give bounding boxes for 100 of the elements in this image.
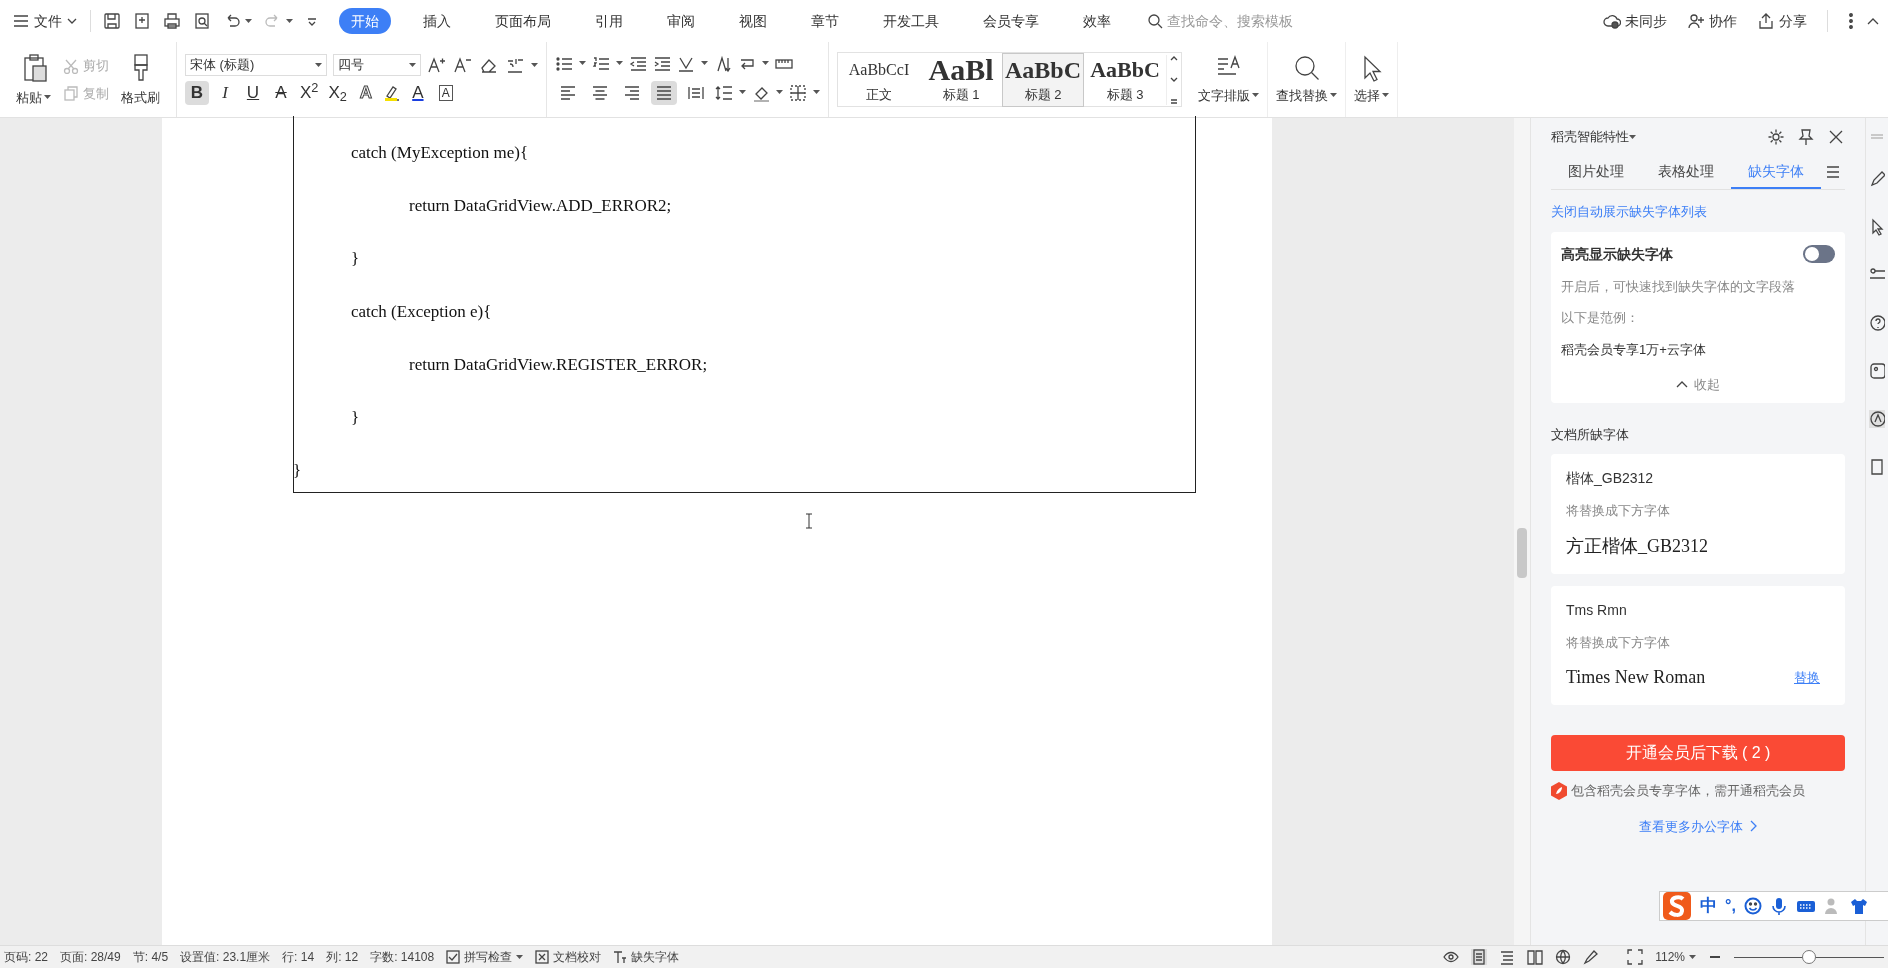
font-status-button[interactable]: 缺失字体 bbox=[613, 948, 680, 966]
ribbon-tab[interactable]: 章节 bbox=[799, 8, 851, 34]
book-view-icon[interactable] bbox=[1527, 949, 1544, 965]
input-mode-button[interactable]: 中 bbox=[1700, 893, 1717, 919]
font-size-dropdown[interactable]: 四号 bbox=[333, 54, 421, 76]
caret-icon[interactable] bbox=[44, 95, 51, 100]
zoom-slider[interactable] bbox=[1734, 950, 1884, 964]
format-button[interactable]: A bbox=[405, 81, 430, 105]
caret-icon[interactable] bbox=[315, 62, 322, 68]
ribbon-tab[interactable]: 插入 bbox=[411, 8, 463, 34]
panel-title[interactable]: 稻壳智能特性 bbox=[1551, 127, 1629, 147]
style-option[interactable]: AaBl 标题 1 bbox=[920, 52, 1002, 107]
file-menu[interactable]: 文件 bbox=[8, 6, 82, 36]
caret-icon[interactable] bbox=[813, 90, 820, 95]
cursor-icon[interactable] bbox=[1869, 218, 1885, 236]
caret-icon[interactable] bbox=[776, 90, 783, 95]
caret-icon[interactable] bbox=[739, 90, 746, 95]
caret-icon[interactable] bbox=[516, 954, 524, 960]
layout-button[interactable]: 文字排版 bbox=[1190, 42, 1267, 117]
export-icon[interactable] bbox=[133, 12, 151, 30]
pin-icon[interactable] bbox=[1797, 128, 1815, 146]
page-view-icon[interactable] bbox=[1471, 949, 1488, 965]
help-icon[interactable] bbox=[1869, 314, 1885, 332]
increase-indent-icon[interactable] bbox=[653, 54, 671, 73]
scroll-up-icon[interactable] bbox=[1170, 54, 1178, 62]
caret-icon[interactable] bbox=[1382, 93, 1389, 98]
outline-view-icon[interactable] bbox=[1499, 949, 1516, 965]
line-spacing-icon[interactable] bbox=[715, 83, 733, 102]
replace-link[interactable]: 替换 bbox=[1794, 667, 1820, 688]
share-button[interactable]: 分享 bbox=[1753, 10, 1811, 32]
caret-icon[interactable] bbox=[245, 18, 252, 24]
ribbon-tab[interactable]: 会员专享 bbox=[971, 8, 1051, 34]
caret-icon[interactable] bbox=[701, 61, 708, 66]
style-option[interactable]: AaBbCcI 正文 bbox=[838, 52, 920, 107]
caret-icon[interactable] bbox=[616, 61, 623, 66]
panel-tab[interactable]: 表格处理 bbox=[1641, 155, 1731, 189]
select-button[interactable]: 选择 bbox=[1346, 42, 1397, 117]
web-view-icon[interactable] bbox=[1555, 949, 1572, 965]
fit-icon[interactable] bbox=[1627, 949, 1644, 965]
format-button[interactable]: A bbox=[269, 81, 293, 105]
caret-icon[interactable] bbox=[762, 61, 769, 66]
format-button[interactable]: X$_{2}$ bbox=[325, 81, 350, 105]
close-icon[interactable] bbox=[1827, 128, 1845, 146]
pen-icon[interactable] bbox=[1583, 949, 1600, 965]
panel-tab[interactable]: 图片处理 bbox=[1551, 155, 1641, 189]
shrink-font-icon[interactable] bbox=[453, 56, 473, 74]
microphone-icon[interactable] bbox=[1769, 897, 1788, 915]
caret-icon[interactable] bbox=[409, 62, 416, 68]
font-name-dropdown[interactable]: 宋体 (标题) bbox=[185, 54, 327, 76]
collab-button[interactable]: 协作 bbox=[1683, 10, 1741, 32]
check-status-button[interactable]: 拼写检查 bbox=[446, 948, 524, 966]
format-button[interactable]: U bbox=[241, 81, 265, 105]
scroll-down-icon[interactable] bbox=[1170, 76, 1178, 83]
caret-icon[interactable] bbox=[1629, 134, 1636, 140]
caret-icon[interactable] bbox=[1252, 93, 1259, 98]
collapse-button[interactable]: 收起 bbox=[1676, 375, 1720, 395]
toggle-switch[interactable] bbox=[1803, 245, 1835, 263]
paste-button[interactable]: 粘贴 bbox=[8, 51, 59, 108]
tshirt-icon[interactable] bbox=[1849, 897, 1868, 915]
format-button[interactable]: A bbox=[433, 81, 458, 105]
ribbon-tab[interactable]: 效率 bbox=[1071, 8, 1123, 34]
eye-icon[interactable] bbox=[1443, 949, 1460, 965]
handle-icon[interactable] bbox=[1869, 133, 1885, 140]
decrease-indent-icon[interactable] bbox=[629, 54, 647, 73]
scrollbar[interactable] bbox=[1514, 118, 1530, 945]
caret-icon[interactable] bbox=[531, 62, 538, 68]
format-button[interactable]: B bbox=[185, 81, 209, 105]
ribbon-tab[interactable]: 引用 bbox=[583, 8, 635, 34]
settings-icon[interactable] bbox=[1767, 128, 1785, 146]
more-fonts-link[interactable]: 查看更多办公字体 bbox=[1638, 816, 1758, 836]
save-icon[interactable] bbox=[103, 12, 121, 30]
ribbon-tab[interactable]: 开发工具 bbox=[871, 8, 951, 34]
panel-tab[interactable]: 缺失字体 bbox=[1731, 155, 1821, 189]
caret-icon[interactable] bbox=[286, 18, 293, 24]
search-field[interactable]: 查找命令、搜索模板 bbox=[1147, 10, 1347, 32]
find-button[interactable]: 查找替换 bbox=[1268, 42, 1345, 117]
menu-icon[interactable] bbox=[12, 12, 30, 30]
emoji-icon[interactable] bbox=[1743, 897, 1762, 915]
close-auto-show-link[interactable]: 关闭自动展示缺失字体列表 bbox=[1551, 202, 1845, 222]
style-option[interactable]: AaBbC 标题 2 bbox=[1002, 52, 1084, 107]
proof-status-button[interactable]: 文档校对 bbox=[535, 948, 602, 966]
justify-align-button[interactable] bbox=[651, 80, 677, 105]
caret-icon[interactable] bbox=[1689, 954, 1696, 960]
input-method-logo-icon[interactable] bbox=[1662, 891, 1692, 921]
numbered-list-icon[interactable] bbox=[592, 54, 610, 73]
format-button[interactable]: I bbox=[213, 81, 237, 105]
image-icon[interactable] bbox=[1869, 362, 1885, 380]
ribbon-tab[interactable]: 视图 bbox=[727, 8, 779, 34]
more-icon[interactable] bbox=[1848, 12, 1854, 30]
punctuation-button[interactable]: °, bbox=[1725, 894, 1736, 918]
pen-icon[interactable] bbox=[1869, 170, 1885, 188]
format-button[interactable]: X$^{2}$ bbox=[297, 81, 322, 105]
expand-gallery-icon[interactable] bbox=[1170, 97, 1178, 105]
caret-icon[interactable] bbox=[579, 61, 586, 66]
sync-button[interactable]: 未同步 bbox=[1599, 10, 1671, 32]
format-painter-button[interactable]: 格式刷 bbox=[113, 51, 168, 108]
borders-icon[interactable] bbox=[789, 83, 807, 102]
ribbon-tab[interactable]: 审阅 bbox=[655, 8, 707, 34]
print-preview-icon[interactable] bbox=[193, 12, 211, 30]
style-option[interactable]: AaBbC 标题 3 bbox=[1084, 52, 1166, 107]
